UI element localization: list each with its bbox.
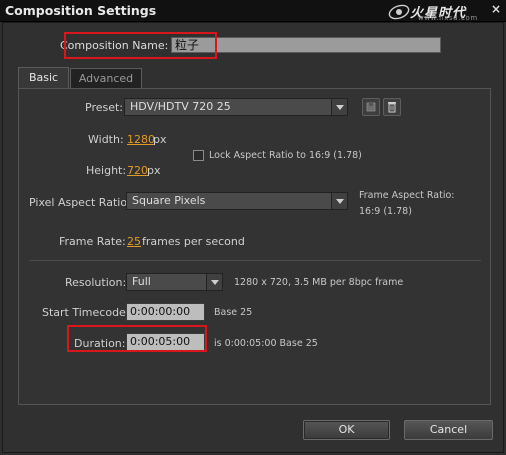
highlight-box-duration xyxy=(67,325,207,352)
start-timecode-base: Base 25 xyxy=(214,307,253,318)
frame-rate-value[interactable]: 25 xyxy=(127,235,141,248)
pixel-aspect-label: Pixel Aspect Ratio: xyxy=(29,196,131,209)
width-label: Width: xyxy=(88,133,124,146)
resolution-info: 1280 x 720, 3.5 MB per 8bpc frame xyxy=(234,277,404,288)
lock-aspect-checkbox[interactable] xyxy=(193,150,204,161)
height-label: Height: xyxy=(86,164,127,177)
resolution-dropdown[interactable]: Full xyxy=(126,273,223,291)
frame-rate-label: Frame Rate: xyxy=(59,235,126,248)
composition-settings-dialog: Composition Name: 粒子 Basic Advanced Pres… xyxy=(2,22,504,453)
frame-rate-unit: frames per second xyxy=(142,235,245,248)
frame-aspect-label: Frame Aspect Ratio: xyxy=(359,190,455,201)
start-timecode-label: Start Timecode: xyxy=(42,306,130,319)
lock-aspect-label: Lock Aspect Ratio to 16:9 (1.78) xyxy=(209,150,362,161)
pixel-aspect-dropdown[interactable]: Square Pixels xyxy=(126,192,348,210)
basic-settings-panel: Preset: HDV/HDTV 720 25 Width: 1280 px L… xyxy=(18,88,491,405)
preset-value: HDV/HDTV 720 25 xyxy=(130,100,231,113)
save-icon xyxy=(366,102,376,112)
width-value[interactable]: 1280 xyxy=(127,133,155,146)
cancel-button[interactable]: Cancel xyxy=(404,420,493,440)
close-icon[interactable]: × xyxy=(491,2,501,16)
chevron-down-icon xyxy=(331,193,347,209)
pixel-aspect-value: Square Pixels xyxy=(132,194,206,207)
chevron-down-icon xyxy=(206,274,222,290)
tab-basic[interactable]: Basic xyxy=(18,67,69,89)
height-unit: px xyxy=(147,164,161,177)
brand-watermark: 火星时代 www.hxsd.com xyxy=(388,3,492,22)
start-timecode-input[interactable]: 0:00:00:00 xyxy=(126,303,205,321)
window-title: Composition Settings xyxy=(5,3,157,18)
brand-url: www.hxsd.com xyxy=(418,14,478,22)
highlight-box-composition-name xyxy=(64,32,217,59)
delete-preset-button[interactable] xyxy=(383,98,401,116)
preset-label: Preset: xyxy=(85,101,124,114)
ok-button[interactable]: OK xyxy=(303,420,390,440)
title-bar: Composition Settings 火星时代 www.hxsd.com × xyxy=(0,0,506,22)
save-preset-button[interactable] xyxy=(362,98,380,116)
preset-dropdown[interactable]: HDV/HDTV 720 25 xyxy=(124,98,348,116)
divider xyxy=(29,260,481,261)
resolution-value: Full xyxy=(132,275,151,288)
duration-info: is 0:00:05:00 Base 25 xyxy=(214,338,318,349)
frame-aspect-value: 16:9 (1.78) xyxy=(359,206,412,217)
height-value[interactable]: 720 xyxy=(127,164,148,177)
brand-logo-icon xyxy=(388,4,410,20)
width-unit: px xyxy=(153,133,167,146)
resolution-label: Resolution: xyxy=(65,276,127,289)
chevron-down-icon xyxy=(331,99,347,115)
tab-advanced[interactable]: Advanced xyxy=(70,68,142,89)
trash-icon xyxy=(388,102,396,113)
